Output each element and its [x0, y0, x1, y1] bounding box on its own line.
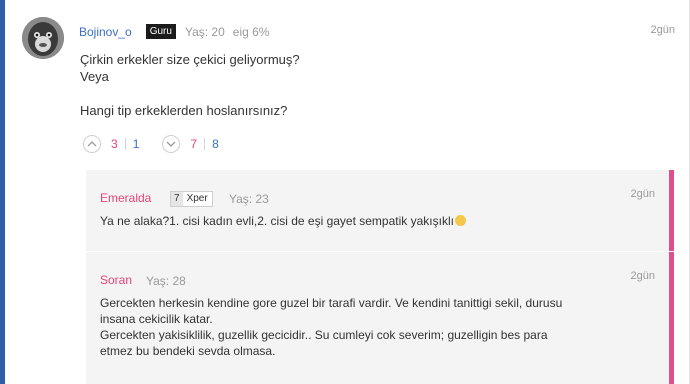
reply-accent-bar: [669, 170, 674, 251]
vote-count-blue: 1: [132, 137, 140, 151]
vote-separator: [204, 138, 206, 150]
xper-badge: 7 Xper: [170, 191, 213, 207]
reply-line: etmez bu bendeki sevda olmasa.: [100, 344, 276, 358]
smiley-icon: [454, 215, 466, 226]
vote-counts-up: 3 1: [111, 137, 139, 151]
reply-line: Gercekten yakisiklilik, guzellik gecicid…: [100, 328, 548, 342]
question-post: Bojinov_o Guru Yaş: 20 eig 6% 2gün Çirki…: [0, 0, 689, 165]
xper-label: Xper: [186, 193, 208, 204]
vote-separator: [124, 138, 126, 150]
vote-bar: 3 1 7 8: [83, 135, 219, 153]
reply-body: Ya ne alaka?1. cisi kadın evli,2. cisi d…: [100, 213, 466, 229]
post-meta: Bojinov_o Guru Yaş: 20 eig 6%: [79, 24, 269, 39]
post-time: 2gün: [650, 24, 675, 36]
reply-card: Emeralda 7 Xper Yaş: 23 2gün Ya ne alaka…: [86, 170, 674, 251]
username-link[interactable]: Bojinov_o: [79, 25, 132, 39]
reply-text: Ya ne alaka?1. cisi kadın evli,2. cisi d…: [100, 214, 454, 228]
reply-username[interactable]: Emeralda: [100, 191, 151, 205]
reply-card: Soran Yaş: 28 2gün Gercekten herkesin ke…: [86, 252, 674, 384]
reply-username[interactable]: Soran: [100, 273, 132, 287]
chevron-down-icon: [166, 141, 176, 147]
vote-count-pink: 3: [111, 137, 118, 151]
upvote-button[interactable]: [83, 135, 101, 153]
avatar[interactable]: [22, 17, 64, 59]
chevron-up-icon: [87, 141, 97, 147]
vote-count-blue: 8: [212, 137, 219, 151]
guru-badge: Guru: [145, 24, 176, 39]
eig-label: eig 6%: [232, 24, 270, 39]
xper-level: 7: [171, 192, 183, 206]
vote-count-pink: 7: [190, 137, 198, 151]
post-line: Hangi tip erkeklerden hoslanırsınız?: [80, 103, 288, 118]
reply-time: 2gün: [630, 270, 655, 282]
age-label: Yaş: 20: [184, 24, 225, 39]
reply-age: Yaş: 28: [146, 274, 186, 288]
avatar-image: [22, 17, 64, 59]
post-line: Çirkin erkekler size çekici geliyormuş?: [80, 52, 300, 67]
post-body: Çirkin erkekler size çekici geliyormuş? …: [80, 51, 300, 119]
reply-line: Gercekten herkesin kendine gore guzel bi…: [100, 296, 563, 310]
reply-line: insana cekicilik katar.: [100, 312, 213, 326]
reply-accent-bar: [669, 252, 674, 384]
post-line: Veya: [80, 69, 109, 84]
reply-age: Yaş: 23: [229, 192, 269, 206]
downvote-button[interactable]: [162, 135, 181, 153]
reply-body: Gercekten herkesin kendine gore guzel bi…: [100, 295, 562, 359]
reply-time: 2gün: [630, 188, 655, 200]
vote-counts-down: 7 8: [190, 137, 218, 151]
